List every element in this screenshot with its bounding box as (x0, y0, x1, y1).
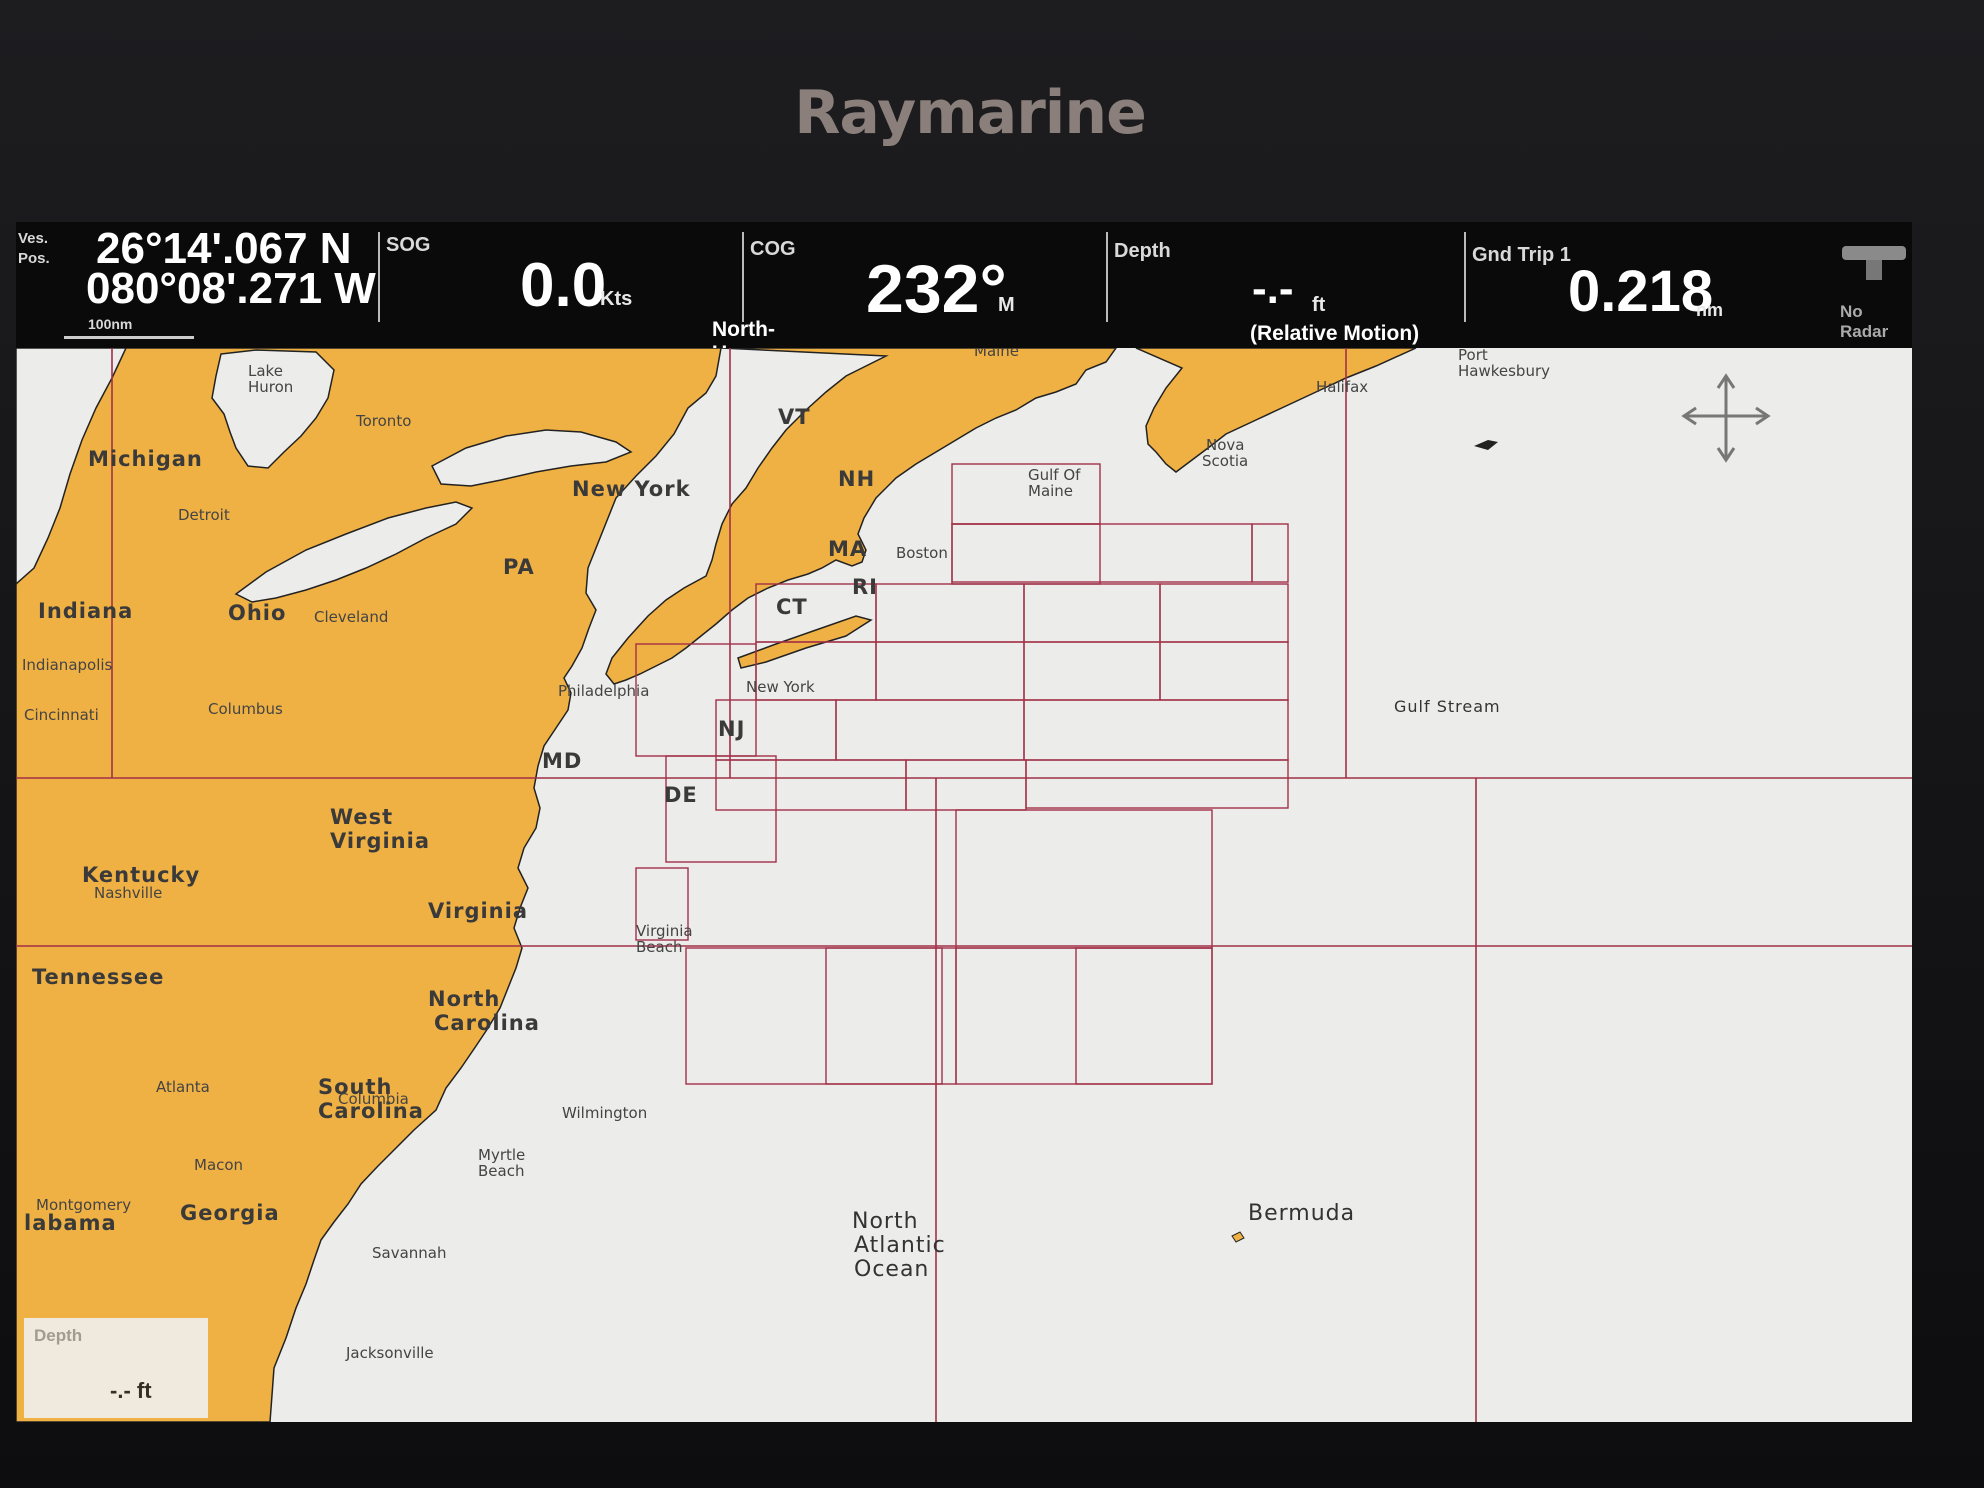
city-label: Cleveland (314, 608, 388, 626)
state-label: MD (542, 749, 582, 773)
city-label: Columbia (338, 1090, 409, 1108)
sog-cell[interactable]: SOG 0.0 Kts North-Up (380, 222, 775, 365)
city-label: Boston (896, 544, 948, 562)
city-label: Maine (1028, 482, 1073, 500)
state-label: Carolina (434, 1011, 540, 1035)
radar-label: No Radar (1840, 302, 1889, 341)
city-label: Cincinnati (24, 706, 99, 724)
motion-mode[interactable]: (Relative Motion) (1250, 322, 1419, 346)
city-label: Jacksonville (345, 1344, 434, 1362)
brand-logo: Raymarine (794, 78, 1147, 148)
cog-unit: M (998, 294, 1015, 316)
depth-label: Depth (1114, 240, 1171, 262)
city-label: Beach (636, 938, 682, 956)
cog-label: COG (750, 238, 796, 260)
cog-cell[interactable]: COG 232° M (744, 222, 1116, 348)
sog-unit: Kts (600, 288, 633, 310)
data-bar: Ves. Pos. 26°14'.067 N 080°08'.271 W 100… (16, 222, 1912, 365)
state-label: North (428, 987, 500, 1011)
city-label: Huron (248, 378, 293, 396)
city-label: Scotia (1202, 452, 1248, 470)
city-label: Nashville (94, 884, 162, 902)
depth-panel-value: -.- ft (110, 1378, 152, 1403)
state-label: Virginia (330, 829, 430, 853)
depth-value: -.- (1252, 264, 1294, 313)
trip-value: 0.218 (1568, 259, 1714, 324)
city-label: Hawkesbury (1458, 362, 1550, 380)
city-label: Halifax (1316, 378, 1368, 396)
city-label: Columbus (208, 700, 283, 718)
state-label: New York (572, 477, 691, 501)
position-label-bottom: Pos. (18, 250, 50, 267)
city-label: New York (746, 678, 815, 696)
city-label: Beach (478, 1162, 524, 1180)
state-label: Tennessee (32, 965, 164, 989)
ocean-label: Ocean (854, 1257, 929, 1282)
city-label: Montgomery (36, 1196, 131, 1214)
city-label: Wilmington (562, 1104, 647, 1122)
state-label: NH (838, 467, 875, 491)
state-label: CT (776, 595, 808, 619)
state-label: PA (503, 555, 535, 579)
state-label: Georgia (180, 1201, 280, 1225)
radar-status[interactable]: No Radar (1816, 222, 1912, 348)
state-label: West (330, 805, 393, 829)
state-label: VT (778, 405, 811, 429)
state-label: Ohio (228, 601, 286, 625)
depth-panel[interactable]: Depth -.- ft (24, 1318, 208, 1418)
city-label: Detroit (178, 506, 230, 524)
city-label: Atlanta (156, 1078, 210, 1096)
scale-bar (64, 336, 194, 339)
state-label: labama (24, 1211, 117, 1235)
ocean-label: North (852, 1209, 919, 1234)
state-label: DE (664, 783, 698, 807)
chartplotter-screen: Ves. Pos. 26°14'.067 N 080°08'.271 W 100… (16, 222, 1912, 1422)
chart-map[interactable]: Michigan Indiana Ohio New York PA VT NH … (16, 348, 1912, 1422)
city-label: Philadelphia (558, 682, 649, 700)
state-label: Indiana (38, 599, 133, 623)
cog-value: 232° (866, 251, 1007, 327)
position-label-top: Ves. (18, 230, 49, 247)
vessel-position-cell[interactable]: Ves. Pos. 26°14'.067 N 080°08'.271 W 100… (16, 222, 376, 348)
trip-label: Gnd Trip 1 (1472, 244, 1571, 266)
state-label: MA (828, 537, 867, 561)
state-label: Michigan (88, 447, 203, 471)
trip-cell[interactable]: Gnd Trip 1 0.218 nm (1466, 222, 1806, 348)
gulf-stream-label: Gulf Stream (1394, 697, 1501, 716)
sog-value: 0.0 (520, 251, 607, 320)
city-label: Savannah (372, 1244, 447, 1262)
scale-label: 100nm (88, 316, 133, 332)
bermuda-label: Bermuda (1248, 1201, 1355, 1226)
state-label: RI (852, 575, 878, 599)
longitude-value: 080°08'.271 W (86, 264, 376, 313)
city-label: Indianapolis (22, 656, 113, 674)
state-label: NJ (718, 717, 745, 741)
ocean-label: Atlantic (854, 1233, 946, 1258)
city-label: Macon (194, 1156, 243, 1174)
radar-icon (1842, 246, 1906, 280)
city-label: Toronto (355, 412, 411, 430)
state-label: Virginia (428, 899, 528, 923)
depth-unit: ft (1312, 294, 1326, 316)
depth-panel-label: Depth (34, 1326, 83, 1345)
depth-cell[interactable]: Depth -.- ft (Relative Motion) (1108, 222, 1468, 348)
sog-label: SOG (386, 234, 431, 256)
city-label: Maine (974, 348, 1019, 360)
trip-unit: nm (1696, 300, 1723, 320)
